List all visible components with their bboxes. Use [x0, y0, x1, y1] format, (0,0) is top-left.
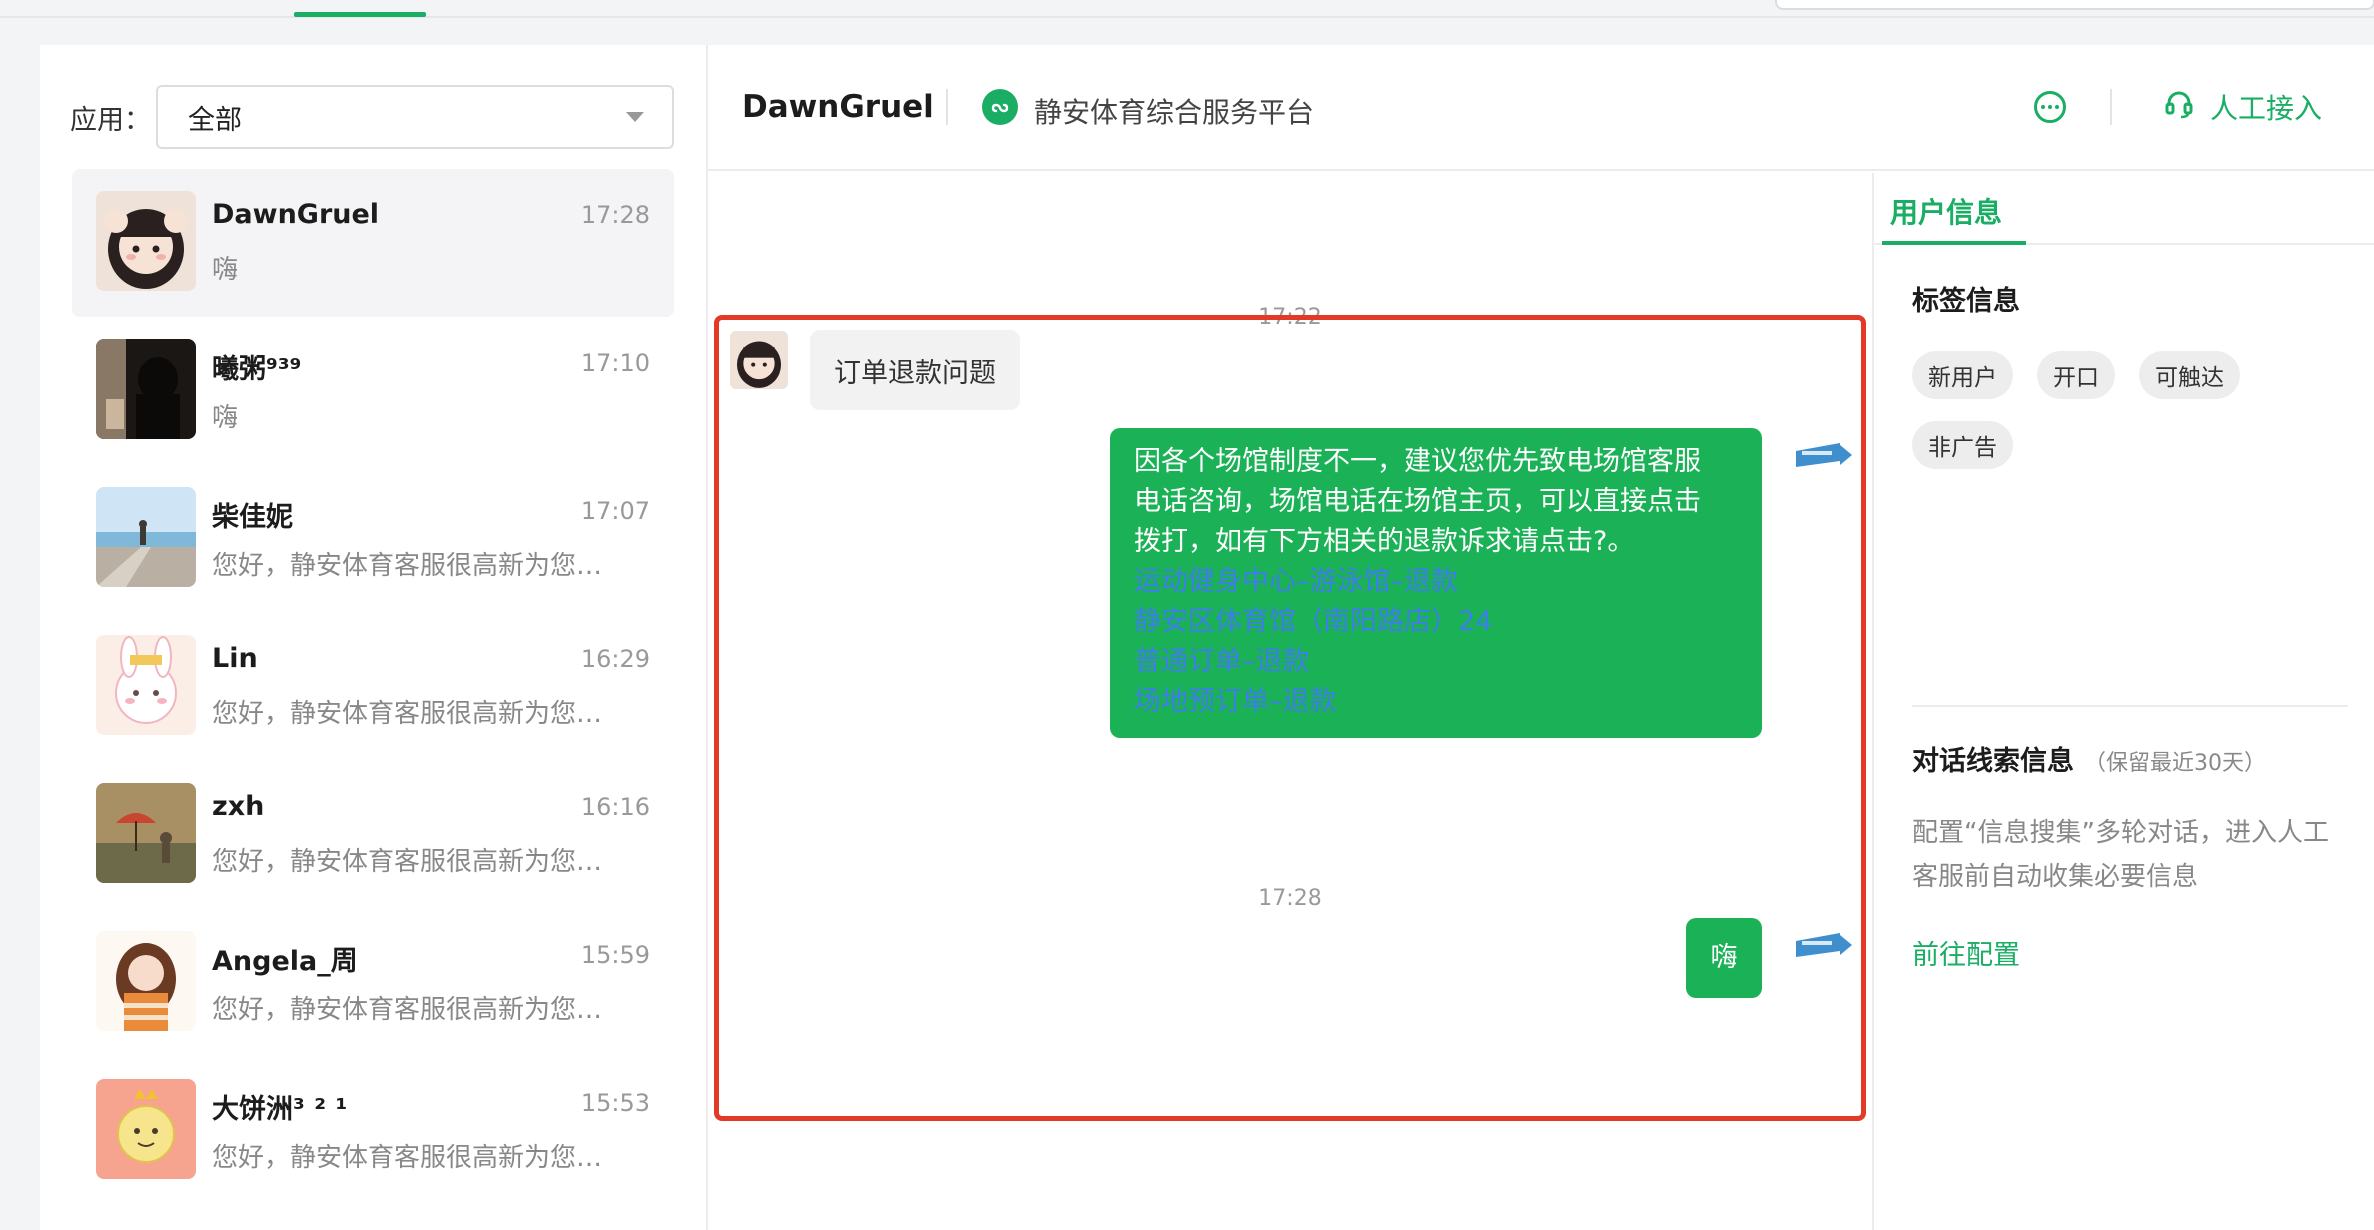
conversation-snippet: 嗨: [212, 403, 239, 433]
conversation-item[interactable]: 大饼洲³ ² ¹ 15:53 您好，静安体育客服很高新为您…: [72, 1057, 674, 1205]
app-select-value: 全部: [188, 104, 242, 136]
conversation-snippet: 嗨: [212, 255, 239, 285]
conversation-time: 16:29: [580, 645, 650, 673]
sender-brand-logo: [1794, 931, 1854, 965]
conversation-name: 大饼洲³ ² ¹: [212, 1094, 348, 1125]
avatar: [96, 1079, 196, 1179]
leads-section-title: 对话线索信息 （保留最近30天）: [1912, 739, 2266, 778]
user-tag: 开口: [2037, 351, 2115, 399]
app-filter-label: 应用：: [70, 104, 151, 136]
tag-list: 新用户 开口 可触达 非广告: [1912, 351, 2352, 469]
tab-user-info[interactable]: 用户信息: [1890, 191, 2002, 231]
incoming-message: 订单退款问题: [810, 330, 1020, 410]
mini-program-name: 静安体育综合服务平台: [1034, 96, 1315, 129]
leads-description: 配置“信息搜集”多轮对话，进入人工客服前自动收集必要信息: [1912, 818, 2329, 892]
mini-program-icon: [982, 89, 1018, 125]
conversation-snippet: 您好，静安体育客服很高新为您…: [212, 551, 603, 581]
message-text-line: 拨打，如有下方相关的退款诉求请点击?。: [1134, 526, 1635, 557]
app-filter: 应用： 全部: [70, 85, 674, 149]
conversation-item[interactable]: 柴佳妮 17:07 您好，静安体育客服很高新为您…: [72, 465, 674, 613]
conversation-snippet: 您好，静安体育客服很高新为您…: [212, 699, 603, 729]
conversation-time: 17:10: [580, 349, 650, 377]
conversation-name: DawnGruel: [212, 199, 380, 230]
message-timestamp: 17:28: [1258, 886, 1322, 911]
conversation-name: Lin: [212, 643, 258, 674]
avatar: [96, 339, 196, 439]
top-search-box[interactable]: [1775, 0, 2374, 10]
refund-link[interactable]: 静安区体育馆（南阳路店）24: [1134, 602, 1740, 642]
sender-brand-logo: [1794, 441, 1854, 475]
refund-link[interactable]: 运动健身中心–游泳馆–退款: [1134, 562, 1740, 602]
headset-icon: [2164, 89, 2194, 126]
chevron-down-icon: [626, 112, 644, 122]
conversation-item[interactable]: 曦粥⁹³⁹ 17:10 嗨: [72, 317, 674, 465]
user-info-panel: 用户信息 标签信息 新用户 开口 可触达 非广告 对话线索信息 （保留最近30天）…: [1872, 173, 2374, 1230]
leads-title: 对话线索信息: [1912, 746, 2074, 777]
conversation-name: zxh: [212, 791, 265, 822]
conversation-name: Angela_周: [212, 946, 358, 977]
conversation-time: 17:07: [580, 497, 650, 525]
header-divider: [2110, 89, 2112, 125]
active-tab-indicator: [294, 12, 426, 17]
avatar: [96, 487, 196, 587]
conversation-panel: 应用： 全部 DawnGruel 17:28 嗨 曦粥⁹³⁹ 17:10 嗨 柴…: [40, 45, 706, 1230]
tags-section-title: 标签信息: [1912, 286, 2020, 317]
user-tag: 新用户: [1912, 351, 2013, 399]
section-divider: [1912, 705, 2348, 707]
refund-link[interactable]: 场地预订单–退款: [1134, 682, 1740, 722]
human-agent-button[interactable]: 人工接入: [2164, 87, 2322, 127]
conversation-item[interactable]: DawnGruel 17:28 嗨: [72, 169, 674, 317]
sender-avatar: [730, 331, 788, 389]
refund-link[interactable]: 普通订单–退款: [1134, 642, 1740, 682]
leads-subtitle: （保留最近30天）: [2084, 751, 2266, 776]
avatar: [96, 783, 196, 883]
human-agent-label: 人工接入: [2210, 92, 2323, 125]
user-tag: 非广告: [1912, 421, 2013, 469]
conversation-item[interactable]: zxh 16:16 您好，静安体育客服很高新为您…: [72, 761, 674, 909]
conversation-time: 17:28: [580, 201, 650, 229]
chat-header: DawnGruel 静安体育综合服务平台 人工接入: [708, 45, 2374, 171]
active-tab-underline: [1882, 241, 2026, 245]
user-tag: 可触达: [2139, 351, 2240, 399]
chat-panel: DawnGruel 静安体育综合服务平台 人工接入 17:22 订单退款问题 因…: [706, 45, 2374, 1230]
conversation-name: 柴佳妮: [212, 502, 293, 533]
outgoing-message: 因各个场馆制度不一，建议您优先致电场馆客服 电话咨询，场馆电话在场馆主页，可以直…: [1110, 428, 1762, 738]
chat-title: DawnGruel: [742, 89, 934, 125]
conversation-item[interactable]: Angela_周 15:59 您好，静安体育客服很高新为您…: [72, 909, 674, 1057]
avatar: [96, 931, 196, 1031]
conversation-time: 15:53: [580, 1089, 650, 1117]
message-text-line: 电话咨询，场馆电话在场馆主页，可以直接点击: [1134, 486, 1701, 517]
conversation-item[interactable]: Lin 16:29 您好，静安体育客服很高新为您…: [72, 613, 674, 761]
message-text-line: 因各个场馆制度不一，建议您优先致电场馆客服: [1134, 446, 1701, 477]
avatar: [96, 635, 196, 735]
header-divider: [946, 89, 948, 125]
conversation-list: DawnGruel 17:28 嗨 曦粥⁹³⁹ 17:10 嗨 柴佳妮 17:0…: [72, 169, 674, 1205]
conversation-snippet: 您好，静安体育客服很高新为您…: [212, 995, 603, 1025]
message-area[interactable]: 17:22 订单退款问题 因各个场馆制度不一，建议您优先致电场馆客服 电话咨询，…: [708, 173, 1872, 1230]
conversation-snippet: 您好，静安体育客服很高新为您…: [212, 847, 603, 877]
app-select-dropdown[interactable]: 全部: [156, 85, 674, 149]
conversation-time: 16:16: [580, 793, 650, 821]
conversation-time: 15:59: [580, 941, 650, 969]
outgoing-message: 嗨: [1686, 918, 1762, 998]
conversation-snippet: 您好，静安体育客服很高新为您…: [212, 1143, 603, 1173]
more-icon[interactable]: [2034, 91, 2066, 123]
conversation-name: 曦粥⁹³⁹: [212, 354, 302, 385]
goto-config-link[interactable]: 前往配置: [1912, 933, 2020, 972]
avatar: [96, 191, 196, 291]
